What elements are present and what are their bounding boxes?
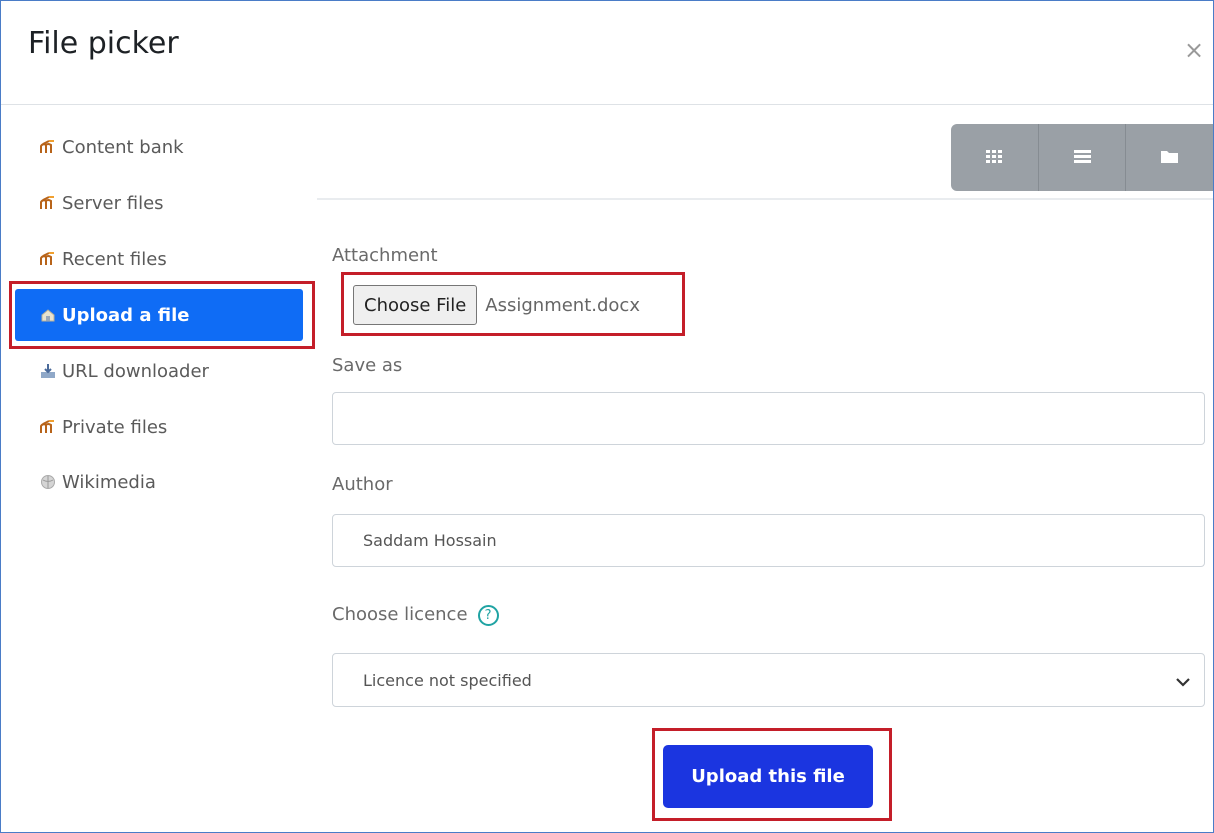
folder-view-button[interactable] [1126,124,1213,191]
sidebar-item-label: URL downloader [62,360,209,382]
sidebar-item-server-files[interactable]: Server files [15,177,303,229]
licence-label: Choose licence [332,604,468,625]
selected-file-name: Assignment.docx [485,294,640,316]
author-label: Author [332,474,393,495]
save-as-label: Save as [332,355,403,376]
licence-select[interactable]: Licence not specified [332,653,1205,707]
help-icon[interactable]: ? [477,604,499,626]
sidebar-item-label: Wikimedia [62,471,156,493]
sidebar-item-wikimedia[interactable]: Wikimedia [15,456,303,508]
toolbar-divider [317,198,1213,200]
list-view-button[interactable] [1039,124,1127,191]
sidebar-item-upload-a-file[interactable]: Upload a file [15,289,303,341]
sidebar-item-recent-files[interactable]: Recent files [15,233,303,285]
sidebar-item-label: Content bank [62,136,184,158]
close-icon[interactable]: × [1184,38,1204,62]
view-toggle-group [951,124,1213,191]
grid-view-button[interactable] [951,124,1039,191]
upload-this-file-button[interactable]: Upload this file [663,745,873,808]
wikimedia-icon [39,473,57,491]
grid-view-icon [986,148,1003,167]
moodle-icon [39,138,57,156]
moodle-icon [39,194,57,212]
upload-icon [39,306,57,324]
chevron-down-icon [1176,672,1190,691]
sidebar-item-url-downloader[interactable]: URL downloader [15,345,303,397]
dialog-title: File picker [28,26,179,61]
sidebar-item-label: Upload a file [62,304,190,326]
sidebar-item-label: Server files [62,192,164,214]
attachment-label: Attachment [332,245,438,266]
url-downloader-icon [39,362,57,380]
moodle-icon [39,418,57,436]
save-as-input[interactable] [332,392,1205,445]
sidebar-item-label: Private files [62,416,168,438]
author-input[interactable] [332,514,1205,567]
licence-selected-value: Licence not specified [363,670,532,690]
sidebar-item-content-bank[interactable]: Content bank [15,121,303,173]
list-view-icon [1073,148,1091,167]
sidebar-item-label: Recent files [62,248,167,270]
choose-file-button[interactable]: Choose File [353,285,478,325]
sidebar-item-private-files[interactable]: Private files [15,401,303,453]
file-input: Choose File Assignment.docx [353,285,640,325]
folder-view-icon [1161,148,1179,167]
moodle-icon [39,250,57,268]
licence-label-row: Choose licence? [332,604,499,626]
file-picker-dialog: File picker × Content bank Server files … [0,0,1214,833]
dialog-header: File picker × [1,1,1213,105]
